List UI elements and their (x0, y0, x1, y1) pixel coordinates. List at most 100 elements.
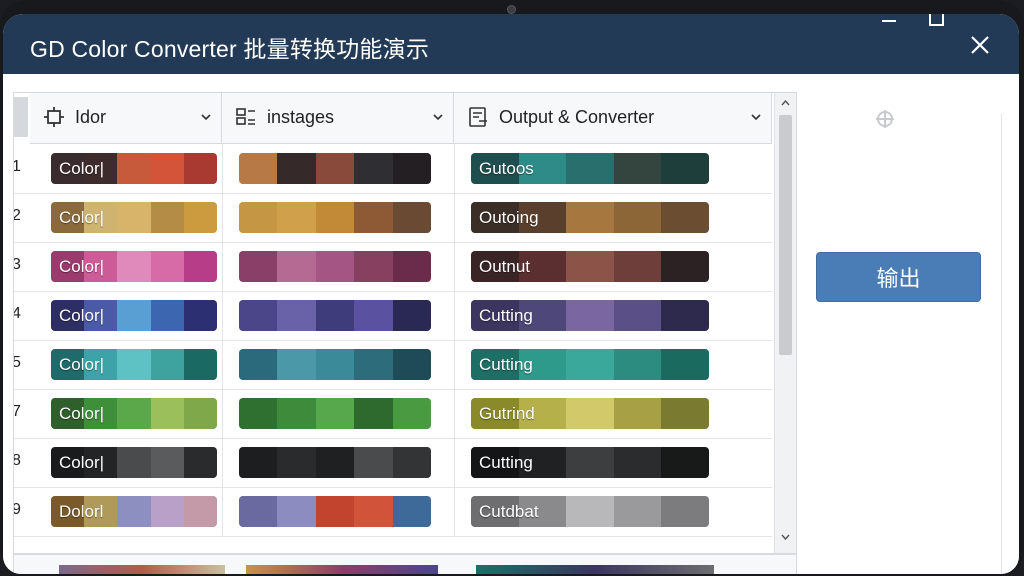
color-segment (117, 153, 151, 184)
color-segment (117, 251, 151, 282)
color-swatch[interactable]: Color| (51, 251, 217, 282)
color-segment (239, 398, 278, 429)
color-segment (613, 398, 662, 429)
chevron-down-icon[interactable] (431, 110, 445, 124)
scroll-thumb[interactable] (779, 115, 792, 355)
color-swatch[interactable]: Color| (51, 349, 217, 380)
color-segment (392, 496, 431, 527)
swatch-label: Dolorl (59, 502, 104, 521)
vertical-scrollbar[interactable] (774, 93, 796, 553)
color-segment (239, 349, 278, 380)
chevron-down-icon[interactable] (749, 110, 763, 124)
scroll-down-icon[interactable] (779, 531, 792, 543)
color-swatch[interactable]: Cutting (471, 300, 709, 331)
color-segment (566, 251, 614, 282)
column-label: Output & Converter (499, 107, 655, 127)
color-segment (354, 300, 393, 331)
color-swatch[interactable] (239, 349, 431, 380)
color-segment (239, 153, 278, 184)
swatch-label: Cutting (479, 453, 533, 472)
window-title: GD Color Converter 批量转换功能演示 (30, 36, 430, 62)
export-button[interactable]: 输出 (816, 252, 981, 302)
color-segment (566, 300, 614, 331)
row-number: 1 (14, 158, 26, 176)
color-swatch[interactable]: Cutdbat (471, 496, 709, 527)
cell-divider (454, 193, 455, 242)
color-segment (150, 349, 184, 380)
scroll-up-icon[interactable] (779, 97, 792, 109)
swatch-label: Cutting (479, 306, 533, 325)
cell-divider (222, 193, 223, 242)
color-swatch[interactable]: Color| (51, 447, 217, 478)
color-segment (613, 447, 662, 478)
color-segment (183, 300, 217, 331)
color-segment (392, 202, 431, 233)
chevron-down-icon[interactable] (199, 110, 213, 124)
color-segment (277, 496, 316, 527)
swatch-label: Cutdbat (479, 502, 539, 521)
cell-divider (454, 144, 455, 193)
column-header-instages[interactable]: instages (222, 93, 454, 143)
color-segment (315, 496, 355, 527)
color-swatch[interactable] (239, 496, 431, 527)
color-segment (315, 300, 355, 331)
color-segment (661, 496, 709, 527)
column-header-idor[interactable]: Idor (30, 93, 222, 143)
column-label: instages (267, 107, 335, 127)
color-swatch[interactable] (239, 202, 431, 233)
color-segment (150, 496, 184, 527)
cell-divider (454, 291, 455, 340)
partial-next-row (13, 554, 797, 574)
color-segment (392, 447, 431, 478)
table-row[interactable]: 1 Color| Gutoos (14, 144, 772, 194)
cell-divider (454, 438, 455, 487)
color-swatch[interactable]: Gutrind (471, 398, 709, 429)
swatch-label: Color| (59, 355, 105, 374)
color-swatch[interactable]: Gutoos (471, 153, 709, 184)
color-segment (566, 398, 614, 429)
table-row[interactable]: 8 Color| Cutting (14, 438, 772, 488)
color-swatch[interactable]: Color| (51, 300, 217, 331)
color-swatch[interactable] (239, 300, 431, 331)
color-swatch[interactable] (239, 251, 431, 282)
color-swatch[interactable]: Color| (51, 398, 217, 429)
swatch-label: Cutting (479, 355, 533, 374)
maximize-icon[interactable] (921, 14, 951, 30)
color-segment (613, 349, 662, 380)
color-swatch[interactable]: Cutting (471, 349, 709, 380)
cell-divider (222, 438, 223, 487)
color-segment (150, 300, 184, 331)
cell-divider (222, 487, 223, 536)
cell-divider (222, 144, 223, 193)
color-swatch[interactable]: Cutting (471, 447, 709, 478)
table-row[interactable]: 7 Color| Gutrind (14, 389, 772, 439)
column-header-output-converter[interactable]: Output & Converter (454, 93, 772, 143)
color-segment (183, 447, 217, 478)
color-swatch[interactable] (239, 398, 431, 429)
close-icon[interactable] (965, 30, 995, 60)
color-segment (354, 251, 393, 282)
close-glyph (971, 36, 989, 54)
table-row[interactable]: 2 Color| Outoing (14, 193, 772, 243)
minimize-icon[interactable] (873, 14, 903, 28)
table-row[interactable]: 3 Color| Outnut (14, 242, 772, 292)
color-swatch[interactable] (239, 447, 431, 478)
color-segment (239, 202, 278, 233)
table-row[interactable]: 4 Color| Cutting (14, 291, 772, 341)
color-swatch[interactable]: Dolorl (51, 496, 217, 527)
table-row[interactable]: 9 Dolorl Cutdbat (14, 487, 772, 537)
color-swatch[interactable]: Color| (51, 202, 217, 233)
device-frame: GD Color Converter 批量转换功能演示 Idor instage… (0, 0, 1024, 576)
color-segment (183, 349, 217, 380)
row-number: 7 (14, 403, 26, 421)
color-segment (661, 349, 709, 380)
color-segment (354, 447, 393, 478)
color-swatch[interactable]: Color| (51, 153, 217, 184)
snowflake-icon[interactable] (873, 107, 897, 131)
color-swatch[interactable]: Outoing (471, 202, 709, 233)
row-gutter-header (14, 97, 28, 137)
color-swatch[interactable] (239, 153, 431, 184)
color-segment (392, 153, 431, 184)
table-row[interactable]: 5 Color| Cutting (14, 340, 772, 390)
color-swatch[interactable]: Outnut (471, 251, 709, 282)
